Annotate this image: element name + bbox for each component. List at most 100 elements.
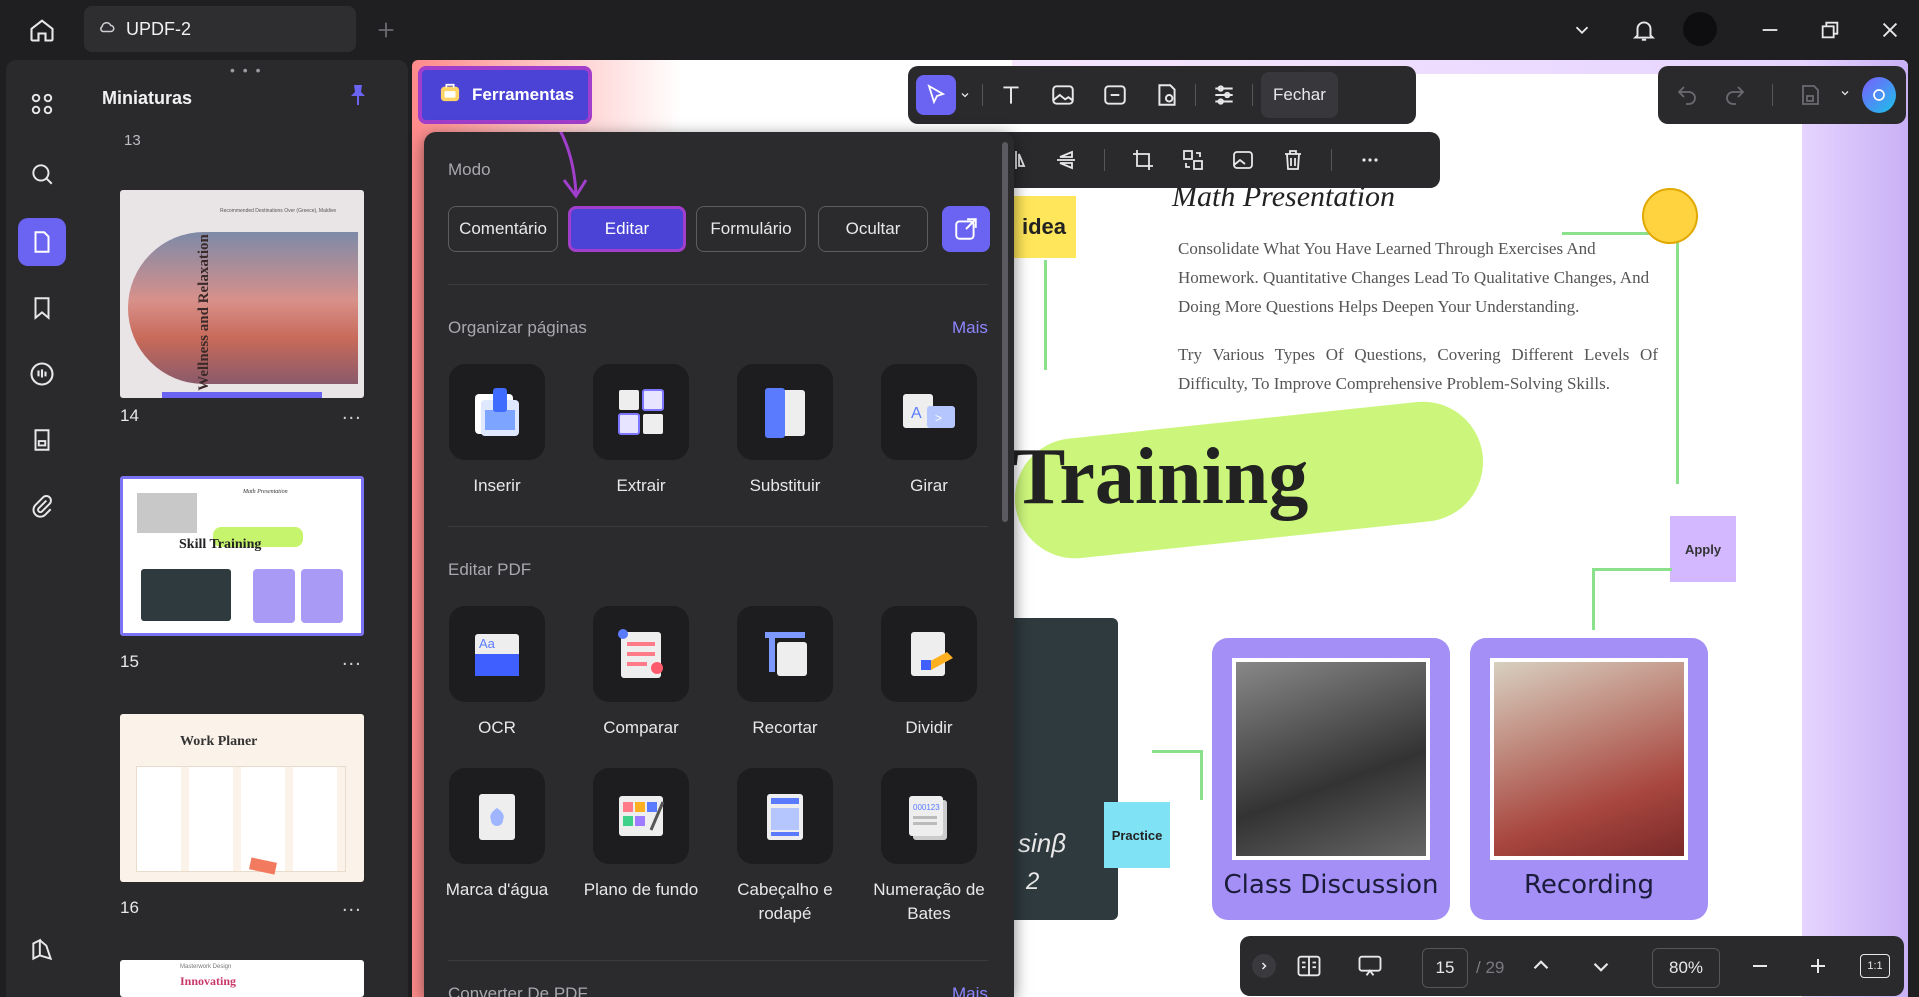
expand-icon[interactable] [1252, 954, 1276, 978]
drag-handle[interactable]: • • • [230, 62, 262, 78]
page-layout-icon[interactable] [1294, 952, 1324, 985]
ai-assistant-icon[interactable] [1861, 77, 1896, 113]
girar-tool[interactable]: A > Girar [864, 364, 994, 498]
mais-link[interactable]: Mais [952, 318, 988, 338]
substituir-tool[interactable]: Substituir [720, 364, 850, 498]
external-link-icon[interactable] [942, 206, 990, 252]
redo-icon[interactable] [1716, 75, 1754, 115]
idea-note: idea [1012, 196, 1076, 258]
bookmark-icon[interactable] [18, 284, 66, 332]
mode-ocultar-button[interactable]: Ocultar [818, 206, 928, 252]
stamp-tool-icon[interactable] [1147, 75, 1187, 115]
crop-icon[interactable] [1123, 140, 1163, 180]
close-icon[interactable] [1874, 14, 1906, 46]
thumbnail-panel: • • • Miniaturas 13 Recommended Destinat… [78, 60, 408, 997]
comment-icon[interactable] [18, 350, 66, 398]
more-options-icon[interactable] [1350, 140, 1390, 180]
extrair-tool[interactable]: Extrair [576, 364, 706, 498]
thumbnail-page-15[interactable]: Math Presentation Skill Training [120, 476, 364, 636]
insert-icon [449, 364, 545, 460]
doc-paragraph-1: Consolidate What You Have Learned Throug… [1178, 239, 1650, 316]
thumbnail-page-16[interactable]: Work Planer [120, 714, 364, 882]
zoom-in-icon[interactable] [1806, 954, 1830, 983]
undo-icon[interactable] [1668, 75, 1706, 115]
thumbnail-page-14[interactable]: Recommended Destinations Over (Greece), … [120, 190, 364, 398]
layers-icon[interactable] [18, 926, 66, 974]
thumbnail-page-17[interactable]: Innovating Masterwork Design [120, 960, 364, 997]
forms-icon[interactable] [18, 416, 66, 464]
link-tool-icon[interactable] [1095, 75, 1135, 115]
inserir-tool[interactable]: Inserir [432, 364, 562, 498]
numeracao-bates-tool[interactable]: 000123 Numeração de Bates [864, 768, 994, 926]
bell-icon[interactable] [1626, 12, 1662, 48]
pages-icon[interactable] [18, 218, 66, 266]
grid-icon[interactable] [18, 80, 66, 128]
rotate-icon: A > [881, 364, 977, 460]
actual-size-button[interactable]: 1:1 [1860, 954, 1890, 978]
text-tool-icon[interactable] [991, 75, 1031, 115]
chevron-down-icon[interactable] [1839, 86, 1852, 104]
flip-vertical-icon[interactable] [1046, 140, 1086, 180]
plus-icon[interactable] [370, 14, 402, 46]
header-footer-icon [737, 768, 833, 864]
extract-icon [593, 364, 689, 460]
close-edit-button[interactable]: Fechar [1261, 72, 1338, 118]
page-number-input[interactable]: 15 [1422, 948, 1468, 988]
ocr-tool[interactable]: Aa OCR [432, 606, 562, 740]
page-label-15: 15 [120, 652, 139, 671]
comparar-tool[interactable]: Comparar [576, 606, 706, 740]
image-tool-icon[interactable] [1043, 75, 1083, 115]
background-icon [593, 768, 689, 864]
practice-note: Practice [1104, 802, 1170, 868]
cabecalho-rodape-tool[interactable]: Cabeçalho e rodapé [720, 768, 850, 926]
mode-comentario-button[interactable]: Comentário [448, 206, 558, 252]
attachment-icon[interactable] [18, 482, 66, 530]
tab-title: UPDF-2 [126, 18, 192, 39]
plano-de-fundo-tool[interactable]: Plano de fundo [576, 768, 706, 902]
recortar-tool[interactable]: Recortar [720, 606, 850, 740]
more-icon[interactable]: ... [342, 648, 362, 671]
mais-link-2[interactable]: Mais [952, 984, 988, 997]
delete-icon[interactable] [1273, 140, 1313, 180]
editar-pdf-title: Editar PDF [448, 560, 532, 579]
zoom-level[interactable]: 80% [1652, 948, 1720, 988]
extract-image-icon[interactable] [1223, 140, 1263, 180]
svg-text:A: A [911, 405, 922, 422]
replace-icon[interactable] [1173, 140, 1213, 180]
avatar[interactable] [1683, 12, 1717, 46]
zoom-out-icon[interactable] [1748, 954, 1772, 983]
mode-formulario-button[interactable]: Formulário [696, 206, 806, 252]
modo-title: Modo [448, 160, 491, 179]
next-page-icon[interactable] [1588, 954, 1614, 985]
prev-page-icon[interactable] [1528, 952, 1554, 983]
search-icon[interactable] [18, 150, 66, 198]
compare-icon [593, 606, 689, 702]
settings-sliders-icon[interactable] [1204, 75, 1244, 115]
restore-icon[interactable] [1814, 14, 1846, 46]
save-icon[interactable] [1791, 75, 1829, 115]
ferramentas-button[interactable]: Ferramentas [418, 66, 592, 124]
presentation-icon[interactable] [1354, 952, 1386, 985]
document-tab[interactable]: UPDF-2 [84, 6, 356, 52]
organizar-title: Organizar páginas [448, 318, 587, 337]
more-icon[interactable]: ... [342, 894, 362, 917]
marca-dagua-tool[interactable]: Marca d'água [432, 768, 562, 902]
panel-title: Miniaturas [102, 88, 193, 108]
replace-page-icon [737, 364, 833, 460]
chevron-down-icon[interactable] [956, 89, 974, 101]
pin-icon[interactable] [346, 82, 370, 113]
emoji-icon [1642, 188, 1698, 244]
mode-editar-button[interactable]: Editar [568, 206, 686, 252]
crop-pages-icon [737, 606, 833, 702]
select-icon[interactable] [916, 75, 956, 115]
page-label-14: 14 [120, 406, 139, 425]
minimize-icon[interactable] [1754, 14, 1786, 46]
tools-panel: Modo Comentário Editar Formulário Oculta… [424, 132, 1014, 997]
dividir-tool[interactable]: Dividir [864, 606, 994, 740]
panel-scrollbar[interactable] [1002, 142, 1008, 522]
chevron-down-icon[interactable] [1566, 14, 1598, 46]
more-icon[interactable]: ... [342, 402, 362, 425]
home-icon[interactable] [22, 10, 62, 50]
ocr-icon: Aa [449, 606, 545, 702]
doc-title-training: Training [1012, 433, 1309, 521]
